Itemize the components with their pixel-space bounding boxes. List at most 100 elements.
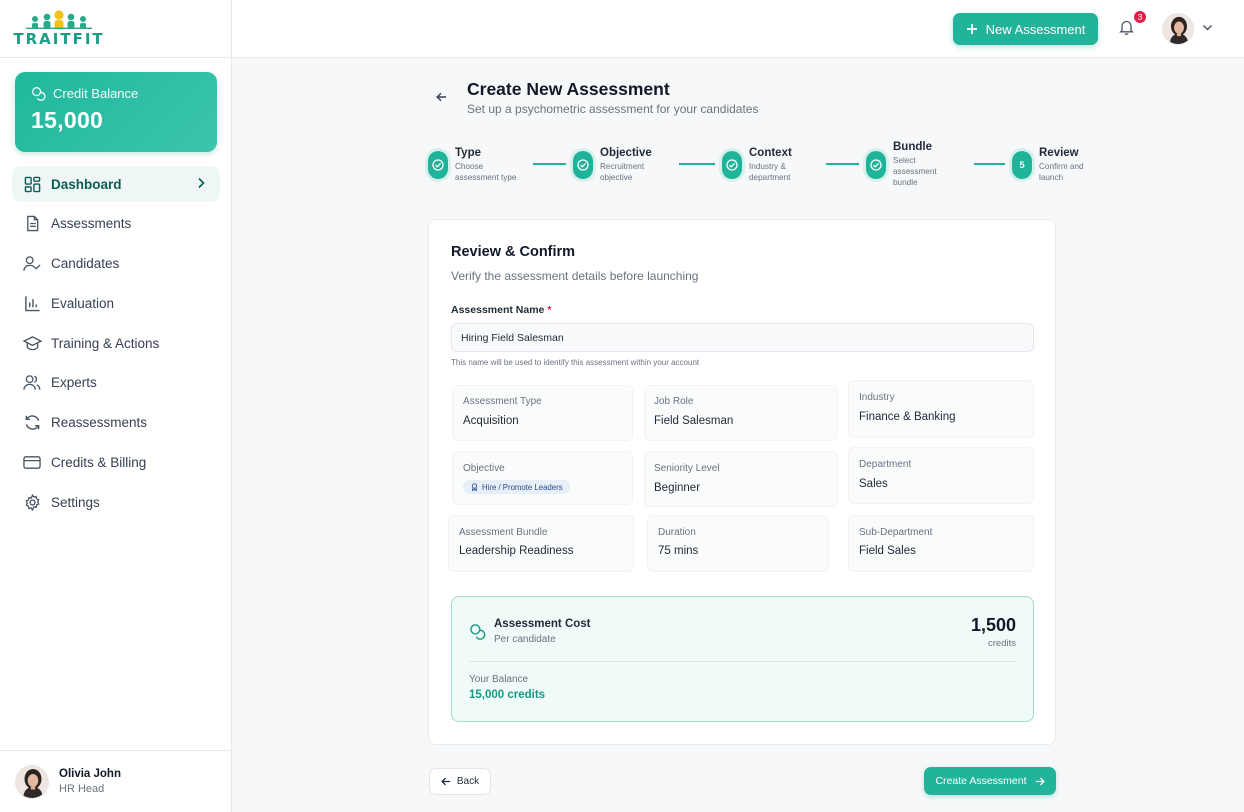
step-desc: Confirm and launch <box>1039 162 1084 182</box>
detail-job-role: Job Role Field Salesman <box>645 386 837 440</box>
sidebar-item-label: Candidates <box>51 256 120 272</box>
step-review[interactable]: 5 Review Confirm and launch <box>1012 147 1094 183</box>
required-mark: * <box>547 304 552 316</box>
create-assessment-label: Create Assessment <box>935 775 1027 787</box>
step-context[interactable]: Context Industry & department <box>722 147 807 183</box>
detail-value: Leadership Readiness <box>459 545 574 557</box>
detail-label: Job Role <box>654 396 694 407</box>
sidebar-item-candidates[interactable]: Candidates <box>12 246 220 282</box>
check-icon <box>866 151 886 179</box>
cost-value: 1,500 <box>970 615 1016 635</box>
step-desc: Recruitment objective <box>600 162 645 182</box>
sidebar-item-assessments[interactable]: Assessments <box>12 206 220 242</box>
step-title: Context <box>749 147 792 159</box>
credit-balance-label: Credit Balance <box>53 86 139 101</box>
top-bar: New Assessment 3 <box>232 0 1244 58</box>
sidebar-item-credits-billing[interactable]: Credits & Billing <box>12 445 220 481</box>
detail-label: Seniority Level <box>654 463 720 474</box>
dashboard-icon <box>22 174 42 194</box>
coins-icon <box>32 87 46 101</box>
detail-label: Industry <box>859 392 895 403</box>
back-arrow-icon[interactable] <box>436 92 447 102</box>
detail-value: 75 mins <box>658 545 699 557</box>
sidebar-item-settings[interactable]: Settings <box>12 484 220 520</box>
check-icon <box>722 151 742 179</box>
detail-value: Field Salesman <box>654 415 734 427</box>
detail-label: Assessment Type <box>463 396 542 407</box>
credit-balance-card[interactable]: Credit Balance 15,000 <box>15 72 217 152</box>
detail-label: Assessment Bundle <box>459 527 548 538</box>
detail-label: Department <box>859 459 912 470</box>
bell-icon[interactable] <box>1119 19 1134 35</box>
step-type[interactable]: Type Choose assessment type <box>428 147 527 183</box>
users-icon <box>22 373 42 393</box>
detail-value: Beginner <box>654 482 701 494</box>
detail-industry: Industry Finance & Banking <box>849 381 1033 437</box>
check-icon <box>428 151 448 179</box>
logo-people-icon <box>26 10 92 29</box>
sidebar-item-experts[interactable]: Experts <box>12 365 220 401</box>
detail-duration: Duration 75 mins <box>648 516 828 571</box>
create-assessment-button[interactable]: Create Assessment <box>924 767 1056 795</box>
assessment-name-hint: This name will be used to identify this … <box>451 358 700 367</box>
step-bundle[interactable]: Bundle Select assessment bundle <box>866 141 948 188</box>
detail-value: Finance & Banking <box>859 411 956 423</box>
objective-tag: Hire / Promote Leaders <box>463 480 570 494</box>
badge-icon <box>471 483 478 491</box>
detail-label: Objective <box>463 463 505 474</box>
cost-unit: credits <box>988 638 1016 649</box>
review-title: Review & Confirm <box>451 244 576 260</box>
sidebar-item-dashboard[interactable]: Dashboard <box>12 166 220 202</box>
step-title: Bundle <box>893 141 932 153</box>
detail-value: Acquisition <box>463 415 519 427</box>
sidebar-nav: Dashboard Assessments Candidates Evaluat… <box>12 166 220 524</box>
check-icon <box>573 151 593 179</box>
back-button-label: Back <box>456 776 480 787</box>
arrow-left-icon <box>441 777 450 786</box>
document-icon <box>22 214 42 234</box>
sidebar-item-label: Evaluation <box>51 295 115 311</box>
assessment-name-label: Assessment Name * <box>451 304 551 316</box>
cost-title: Assessment Cost <box>494 618 591 630</box>
divider <box>469 661 1016 662</box>
sidebar-item-label: Experts <box>51 375 97 391</box>
sidebar-item-evaluation[interactable]: Evaluation <box>12 285 220 321</box>
assessment-cost-box: Assessment Cost Per candidate 1,500 cred… <box>451 596 1034 722</box>
detail-label: Sub-Department <box>859 527 933 538</box>
step-connector <box>533 163 566 165</box>
detail-department: Department Sales <box>849 448 1033 503</box>
refresh-icon <box>22 413 42 433</box>
sidebar-item-label: Assessments <box>51 216 132 232</box>
step-title: Review <box>1039 147 1079 159</box>
review-card: Review & Confirm Verify the assessment d… <box>428 219 1056 745</box>
assessment-name-field[interactable]: Hiring Field Salesman <box>451 323 1034 352</box>
detail-seniority: Seniority Level Beginner <box>645 452 837 506</box>
bar-chart-icon <box>22 293 42 313</box>
credit-card-icon <box>22 453 42 473</box>
step-desc: Select assessment bundle <box>893 156 937 187</box>
top-avatar[interactable] <box>1162 13 1194 45</box>
user-profile[interactable]: Olivia John HR Head <box>0 750 231 812</box>
sidebar-item-label: Settings <box>51 494 100 510</box>
sidebar-item-reassessments[interactable]: Reassessments <box>12 405 220 441</box>
sidebar-item-label: Dashboard <box>51 176 122 192</box>
detail-bundle: Assessment Bundle Leadership Readiness <box>449 516 633 571</box>
detail-value: Field Sales <box>859 545 916 557</box>
plus-icon <box>966 24 977 34</box>
logo[interactable]: TRAITFIT <box>0 0 231 58</box>
chevron-down-icon[interactable] <box>1202 24 1213 32</box>
user-role: HR Head <box>59 783 105 795</box>
step-title: Objective <box>600 147 652 159</box>
sidebar-item-training-actions[interactable]: Training & Actions <box>12 325 220 361</box>
sidebar-item-label: Reassessments <box>51 415 148 431</box>
new-assessment-button[interactable]: New Assessment <box>953 13 1098 45</box>
gear-icon <box>22 492 42 512</box>
step-title: Type <box>455 147 481 159</box>
detail-assessment-type: Assessment Type Acquisition <box>453 386 632 440</box>
user-name: Olivia John <box>59 768 121 780</box>
step-number: 5 <box>1012 151 1032 179</box>
back-button[interactable]: Back <box>429 768 491 795</box>
detail-value: Sales <box>859 478 888 490</box>
avatar <box>15 764 49 799</box>
step-objective[interactable]: Objective Recruitment objective <box>573 147 658 183</box>
